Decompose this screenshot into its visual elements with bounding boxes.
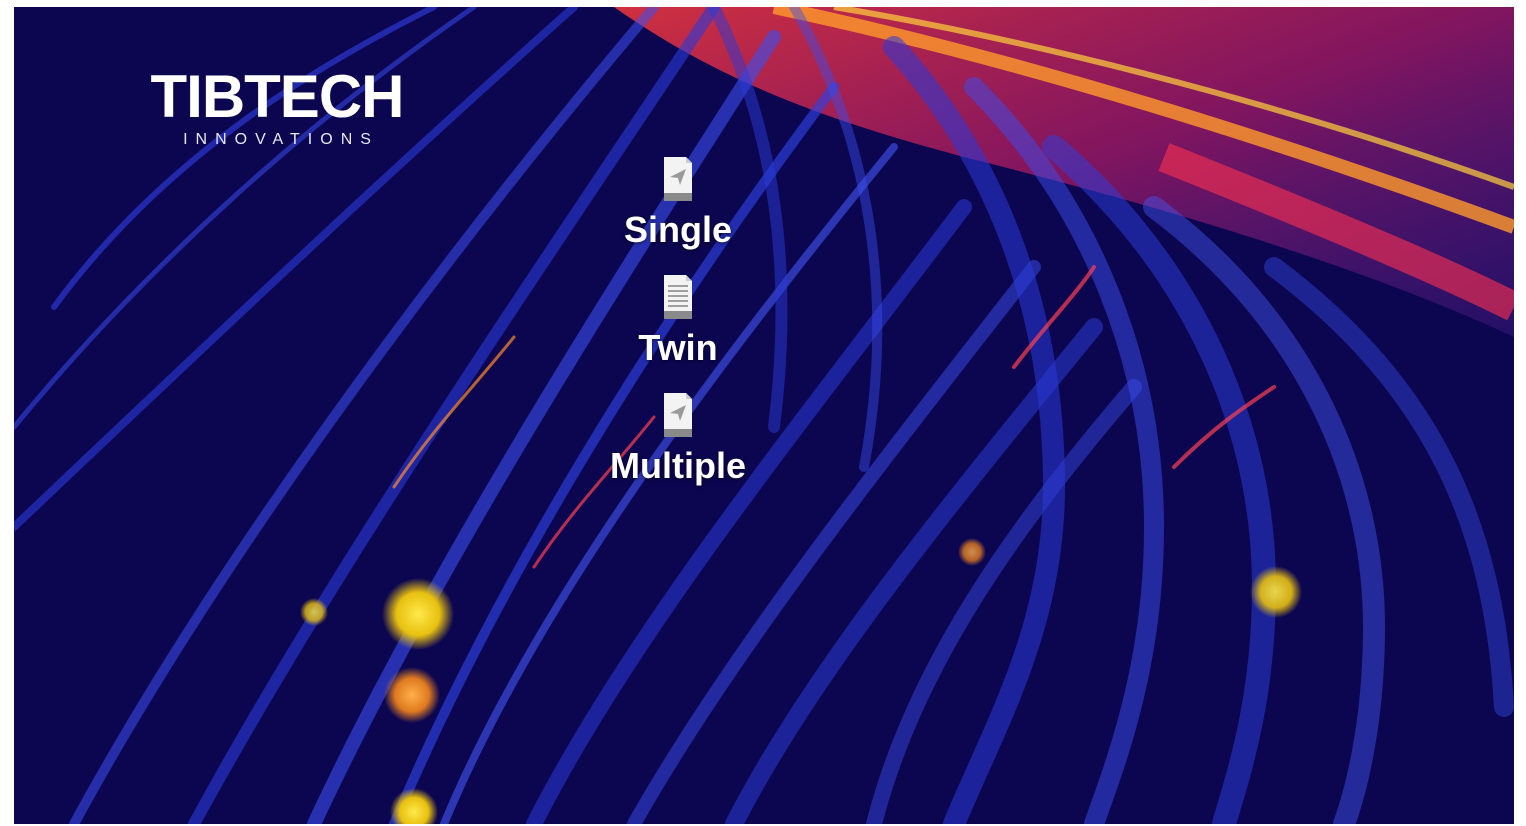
menu-label-multiple: Multiple xyxy=(610,445,746,486)
send-document-icon xyxy=(664,393,692,437)
brand-subtitle: INNOVATIONS xyxy=(183,131,379,148)
send-document-icon xyxy=(664,157,692,201)
menu-label-single: Single xyxy=(623,209,733,250)
menu-item-single[interactable]: Single xyxy=(578,155,778,251)
brand-title: TIBTECH xyxy=(150,63,405,130)
brand-logo: TIBTECH INNOVATIONS xyxy=(142,65,412,149)
menu-label-twin: Twin xyxy=(638,327,718,368)
text-document-icon xyxy=(664,275,692,319)
menu-item-multiple[interactable]: Multiple xyxy=(578,391,778,487)
launch-menu: Single Twin Multiple xyxy=(578,155,778,509)
menu-item-twin[interactable]: Twin xyxy=(578,273,778,369)
